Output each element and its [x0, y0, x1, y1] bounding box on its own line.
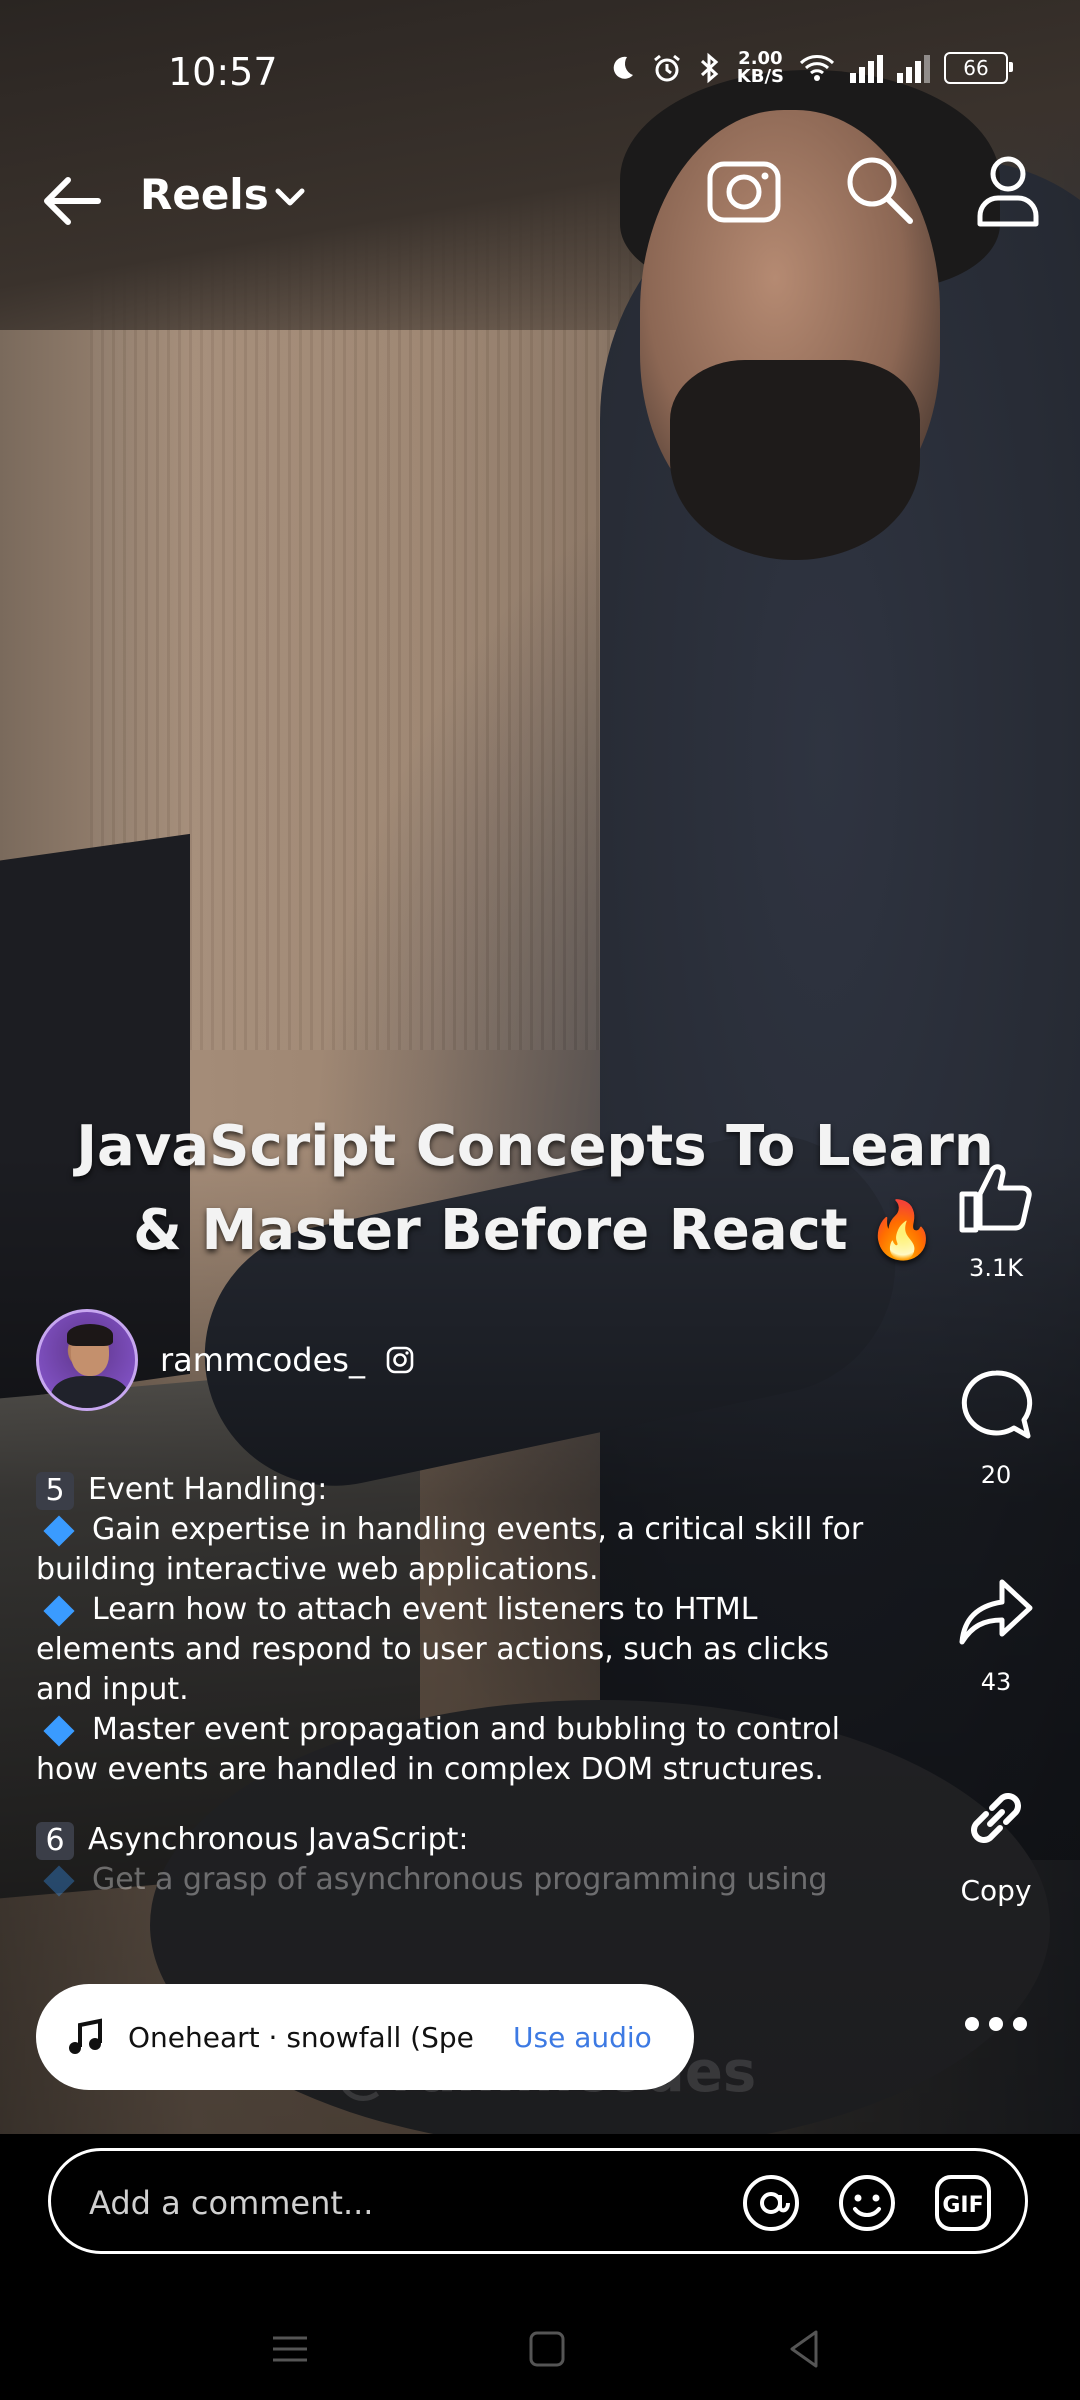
section-title: Asynchronous JavaScript: — [88, 1822, 469, 1857]
bottom-bar: GIF — [0, 2134, 1080, 2400]
battery-icon: 66 — [944, 52, 1013, 84]
search-icon[interactable] — [838, 150, 918, 230]
point-text: Master event propagation and bubbling to… — [36, 1712, 840, 1787]
copy-link-action[interactable]: Copy — [936, 1780, 1056, 1907]
avatar-suit — [51, 1376, 129, 1408]
caption-heading: 5 Event Handling: — [36, 1470, 886, 1510]
signal-icon-1 — [850, 53, 883, 83]
back-arrow-icon[interactable] — [36, 166, 106, 236]
status-icons: 2.00 KB/S 66 — [607, 50, 1013, 86]
section-title: Event Handling: — [88, 1472, 328, 1507]
point-text: Get a grasp of asynchronous programming … — [92, 1862, 828, 1897]
back-nav-icon[interactable] — [780, 2324, 830, 2374]
comment-bubble-icon[interactable] — [958, 1367, 1034, 1443]
like-action[interactable]: 3.1K — [936, 1160, 1056, 1282]
use-audio-button[interactable]: Use audio — [513, 2021, 652, 2054]
profile-icon[interactable] — [968, 150, 1048, 230]
bluetooth-icon — [700, 52, 719, 84]
mention-icon[interactable] — [741, 2173, 801, 2233]
emoji-icon[interactable] — [837, 2173, 897, 2233]
caption-point: Master event propagation and bubbling to… — [36, 1710, 886, 1790]
chevron-down-icon[interactable] — [270, 178, 310, 218]
audio-pill[interactable]: Oneheart · snowfall (Sped Use audio — [36, 1984, 694, 2090]
link-icon[interactable] — [958, 1780, 1034, 1856]
point-text: Learn how to attach event listeners to H… — [36, 1592, 830, 1707]
like-count: 3.1K — [969, 1254, 1023, 1282]
post-caption[interactable]: 5 Event Handling: Gain expertise in handl… — [36, 1470, 886, 1900]
recent-apps-icon[interactable] — [265, 2324, 315, 2374]
comment-box[interactable]: GIF — [48, 2148, 1028, 2254]
comment-action[interactable]: 20 — [936, 1367, 1056, 1489]
number-badge: 6 — [36, 1821, 74, 1860]
blue-diamond-icon — [43, 1714, 75, 1747]
music-note-icon — [69, 2018, 102, 2054]
point-text: Gain expertise in handling events, a cri… — [36, 1512, 864, 1587]
net-speed: 2.00 KB/S — [737, 50, 784, 86]
blue-diamond-icon — [43, 1514, 75, 1547]
home-icon[interactable] — [522, 2324, 572, 2374]
person-beard — [670, 360, 920, 560]
share-arrow-icon[interactable] — [958, 1574, 1034, 1650]
gif-icon[interactable]: GIF — [933, 2173, 993, 2233]
status-bar: 10:57 2.00 KB/S 66 — [0, 40, 1080, 110]
caption-heading: 6 Asynchronous JavaScript: — [36, 1820, 886, 1860]
caption-point: Get a grasp of asynchronous programming … — [36, 1860, 886, 1900]
camera-icon[interactable] — [704, 150, 784, 230]
more-options-action[interactable] — [936, 2004, 1056, 2044]
share-count: 43 — [980, 1668, 1012, 1696]
signal-icon-2 — [897, 53, 930, 83]
alarm-icon — [653, 54, 680, 82]
moon-icon — [613, 56, 633, 79]
comment-count: 20 — [980, 1461, 1012, 1489]
status-time: 10:57 — [168, 50, 278, 94]
avatar-hair — [67, 1324, 113, 1346]
copy-label: Copy — [960, 1874, 1032, 1907]
system-nav-bar — [0, 2314, 1080, 2394]
page-title[interactable]: Reels — [140, 170, 269, 219]
caption-point: Gain expertise in handling events, a cri… — [36, 1510, 886, 1590]
top-bar: Reels — [0, 150, 1080, 250]
thumbs-up-icon[interactable] — [958, 1160, 1034, 1236]
caption-point: Learn how to attach event listeners to H… — [36, 1590, 886, 1710]
video-overlay-title: JavaScript Concepts To Learn & Master Be… — [76, 1114, 994, 1263]
blue-diamond-icon — [43, 1864, 75, 1897]
audio-track-name[interactable]: Oneheart · snowfall (Sped — [128, 2021, 473, 2054]
comment-input[interactable] — [87, 2177, 731, 2229]
number-badge: 5 — [36, 1471, 74, 1510]
share-action[interactable]: 43 — [936, 1574, 1056, 1696]
avatar[interactable] — [36, 1309, 138, 1411]
net-speed-unit: KB/S — [736, 66, 784, 87]
blue-diamond-icon — [43, 1594, 75, 1627]
wifi-icon — [799, 55, 835, 81]
svg-text:GIF: GIF — [942, 2193, 983, 2218]
more-dots-icon[interactable] — [958, 2004, 1034, 2044]
instagram-icon — [386, 1346, 414, 1374]
author-row[interactable]: rammcodes_ — [36, 1305, 415, 1415]
username[interactable]: rammcodes_ — [160, 1341, 365, 1379]
